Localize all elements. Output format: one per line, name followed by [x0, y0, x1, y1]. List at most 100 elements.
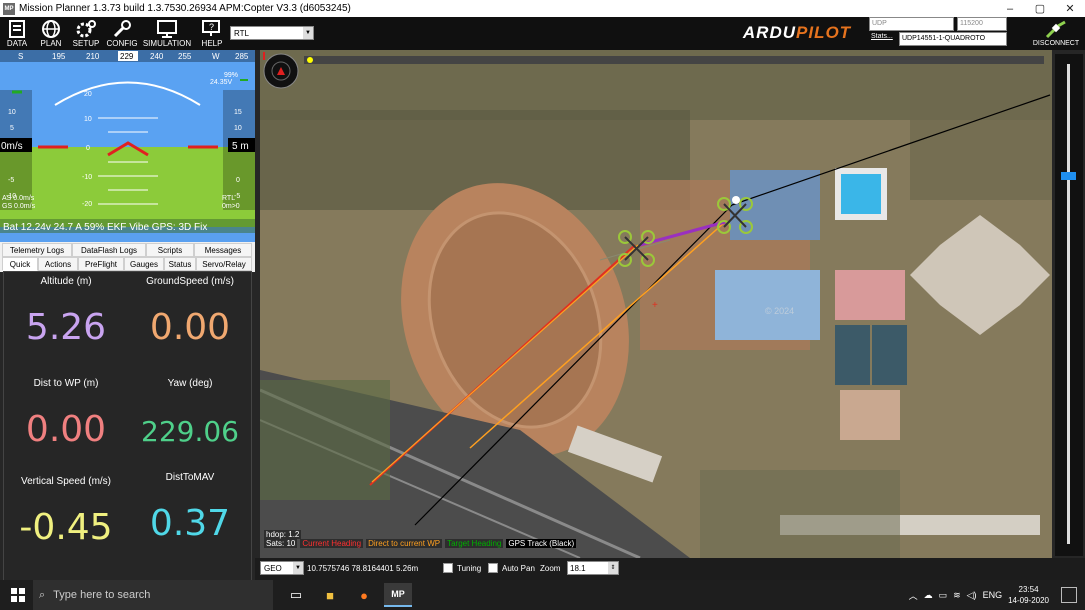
battery-icon[interactable]: ▭ — [939, 590, 948, 601]
plug-icon — [1045, 20, 1066, 39]
quick-dist-to-wp[interactable]: Dist to WP (m) 0.00 — [4, 378, 128, 450]
zoom-input[interactable]: 18.1 ⇕ — [567, 561, 619, 575]
menu-setup-button[interactable]: SETUP — [70, 19, 102, 49]
quick-yaw[interactable]: Yaw (deg) 229.06 — [128, 378, 252, 448]
chevron-down-icon: ▼ — [303, 27, 313, 39]
port-select[interactable]: UDP14551-1-QUADROTO — [899, 32, 1007, 46]
tab-quick[interactable]: Quick — [2, 257, 38, 271]
taskbar-search-box[interactable]: ⌕ Type here to search — [33, 580, 273, 610]
mission-planner-taskbar-icon[interactable]: MP — [384, 583, 412, 607]
cursor-coordinates: 10.7575746 78.8164401 5.26m — [307, 564, 419, 573]
tuning-label: Tuning — [457, 563, 482, 573]
baud-rate-select[interactable]: 115200 — [957, 17, 1007, 31]
pitch-label: -20 — [82, 201, 92, 208]
menu-setup-label: SETUP — [72, 39, 100, 48]
gears-icon — [76, 20, 96, 38]
zoom-value: 18.1 — [570, 564, 586, 573]
menu-plan-label: PLAN — [40, 39, 62, 48]
tab-status[interactable]: Status — [164, 257, 196, 271]
heading-value: 229 — [120, 52, 134, 61]
pitch-label: -10 — [82, 174, 92, 181]
checkbox-box[interactable] — [443, 563, 453, 573]
map-imagery: + © 2024 — [260, 50, 1052, 558]
satellite-map[interactable]: + © 2024 hdop: 1.2 Sats: 10 Current Head… — [260, 50, 1052, 558]
menu-help-button[interactable]: ? HELP — [196, 19, 228, 49]
hud-mode-text: RTL — [222, 195, 235, 202]
connection-type-value: UDP — [872, 20, 887, 27]
menu-data-button[interactable]: DATA — [2, 19, 32, 49]
quick-label: Dist to WP (m) — [33, 378, 99, 389]
quick-label: DistToMAV — [165, 472, 215, 483]
checkbox-box[interactable] — [488, 563, 498, 573]
minimize-button[interactable]: – — [995, 0, 1025, 17]
heading-tick: 255 — [178, 52, 192, 61]
svg-text:+: + — [652, 300, 658, 311]
tab-scripts[interactable]: Scripts — [146, 243, 194, 257]
quick-label: Vertical Speed (m/s) — [20, 476, 112, 487]
hud-dist-text: 0m>0 — [222, 203, 240, 210]
pitch-label: 20 — [84, 91, 92, 98]
file-explorer-icon[interactable]: ■ — [316, 583, 344, 607]
terminal-app-icon[interactable]: ▭ — [282, 583, 310, 607]
help-monitor-icon: ? — [202, 20, 220, 36]
slider-thumb[interactable] — [1061, 172, 1076, 180]
heading-tick: 195 — [52, 52, 66, 61]
alt-scale-label: 15 — [234, 109, 242, 116]
firefox-icon[interactable]: ● — [350, 583, 378, 607]
tab-dataflash-logs[interactable]: DataFlash Logs — [72, 243, 146, 257]
maximize-button[interactable]: ▢ — [1025, 0, 1055, 17]
notification-icon[interactable] — [1061, 587, 1077, 603]
volume-icon[interactable]: ◁) — [967, 590, 977, 601]
flight-mode-select[interactable]: RTL ▼ — [230, 26, 314, 40]
quick-groundspeed[interactable]: GroundSpeed (m/s) 0.00 — [128, 276, 252, 348]
svg-text:?: ? — [209, 22, 214, 32]
windows-taskbar: ⌕ Type here to search ▭ ■ ● MP ︿ ☁ ▭ ≋ ◁… — [0, 580, 1085, 610]
language-indicator[interactable]: ENG — [983, 590, 1003, 600]
tab-servo-relay[interactable]: Servo/Relay — [196, 257, 252, 271]
menu-simulation-button[interactable]: SIMULATION — [142, 19, 192, 49]
quick-value: 0.00 — [25, 409, 107, 450]
artificial-horizon: S 195 210 225 240 255 W 285 229 20 10 0 … — [0, 50, 255, 233]
logo-part2: PILOT — [796, 23, 852, 42]
quick-altitude[interactable]: Altitude (m) 5.26 — [4, 276, 128, 348]
weather-icon[interactable]: ☁ — [924, 590, 933, 601]
legend-gps-track: GPS Track (Black) — [506, 539, 577, 548]
chevron-up-icon[interactable]: ︿ — [909, 589, 918, 602]
ardupilot-logo: ARDU PILOT — [730, 22, 864, 44]
menu-config-button[interactable]: CONFIG — [105, 19, 139, 49]
legend-target-heading: Target Heading — [445, 539, 504, 548]
quick-vertical-speed[interactable]: Vertical Speed (m/s) -0.45 — [4, 476, 128, 548]
stats-link[interactable]: Stats... — [871, 33, 893, 40]
search-icon: ⌕ — [39, 588, 46, 601]
tab-messages[interactable]: Messages — [194, 243, 252, 257]
heading-tick: 240 — [150, 52, 164, 61]
start-button[interactable] — [4, 583, 32, 607]
close-button[interactable]: ✕ — [1055, 0, 1085, 17]
autopan-checkbox[interactable]: Auto Pan — [488, 563, 535, 573]
tab-gauges[interactable]: Gauges — [124, 257, 164, 271]
spinner-icon[interactable]: ⇕ — [608, 562, 618, 574]
disconnect-button[interactable]: DISCONNECT — [1028, 20, 1084, 50]
tuning-checkbox[interactable]: Tuning — [443, 563, 481, 573]
windows-logo-icon — [11, 588, 25, 602]
tab-telemetry-logs[interactable]: Telemetry Logs — [2, 243, 72, 257]
quick-label: Yaw (deg) — [167, 378, 213, 389]
quick-value: 5.26 — [25, 307, 107, 348]
system-tray: ︿ ☁ ▭ ≋ ◁) ENG 23:54 14-09-2020 — [909, 580, 1049, 610]
tab-actions[interactable]: Actions — [38, 257, 78, 271]
slider-track — [1067, 64, 1070, 544]
search-placeholder: Type here to search — [53, 589, 151, 601]
coordinate-system-select[interactable]: GEO ▼ — [260, 561, 304, 575]
menu-plan-button[interactable]: PLAN — [36, 19, 66, 49]
autopan-label: Auto Pan — [502, 563, 535, 573]
map-zoom-slider[interactable] — [1055, 54, 1083, 556]
quick-dist-to-mav[interactable]: DistToMAV 0.37 — [128, 472, 252, 544]
baud-rate-value: 115200 — [960, 20, 983, 27]
taskbar-clock[interactable]: 23:54 14-09-2020 — [1008, 584, 1049, 606]
battery-voltage: 24.35V — [210, 79, 233, 86]
wifi-icon[interactable]: ≋ — [953, 590, 961, 601]
connection-type-select[interactable]: UDP — [869, 17, 954, 31]
tab-preflight[interactable]: PreFlight — [78, 257, 124, 271]
title-bar: MP Mission Planner 1.3.73 build 1.3.7530… — [0, 0, 1085, 17]
legend-current-heading: Current Heading — [300, 539, 364, 548]
